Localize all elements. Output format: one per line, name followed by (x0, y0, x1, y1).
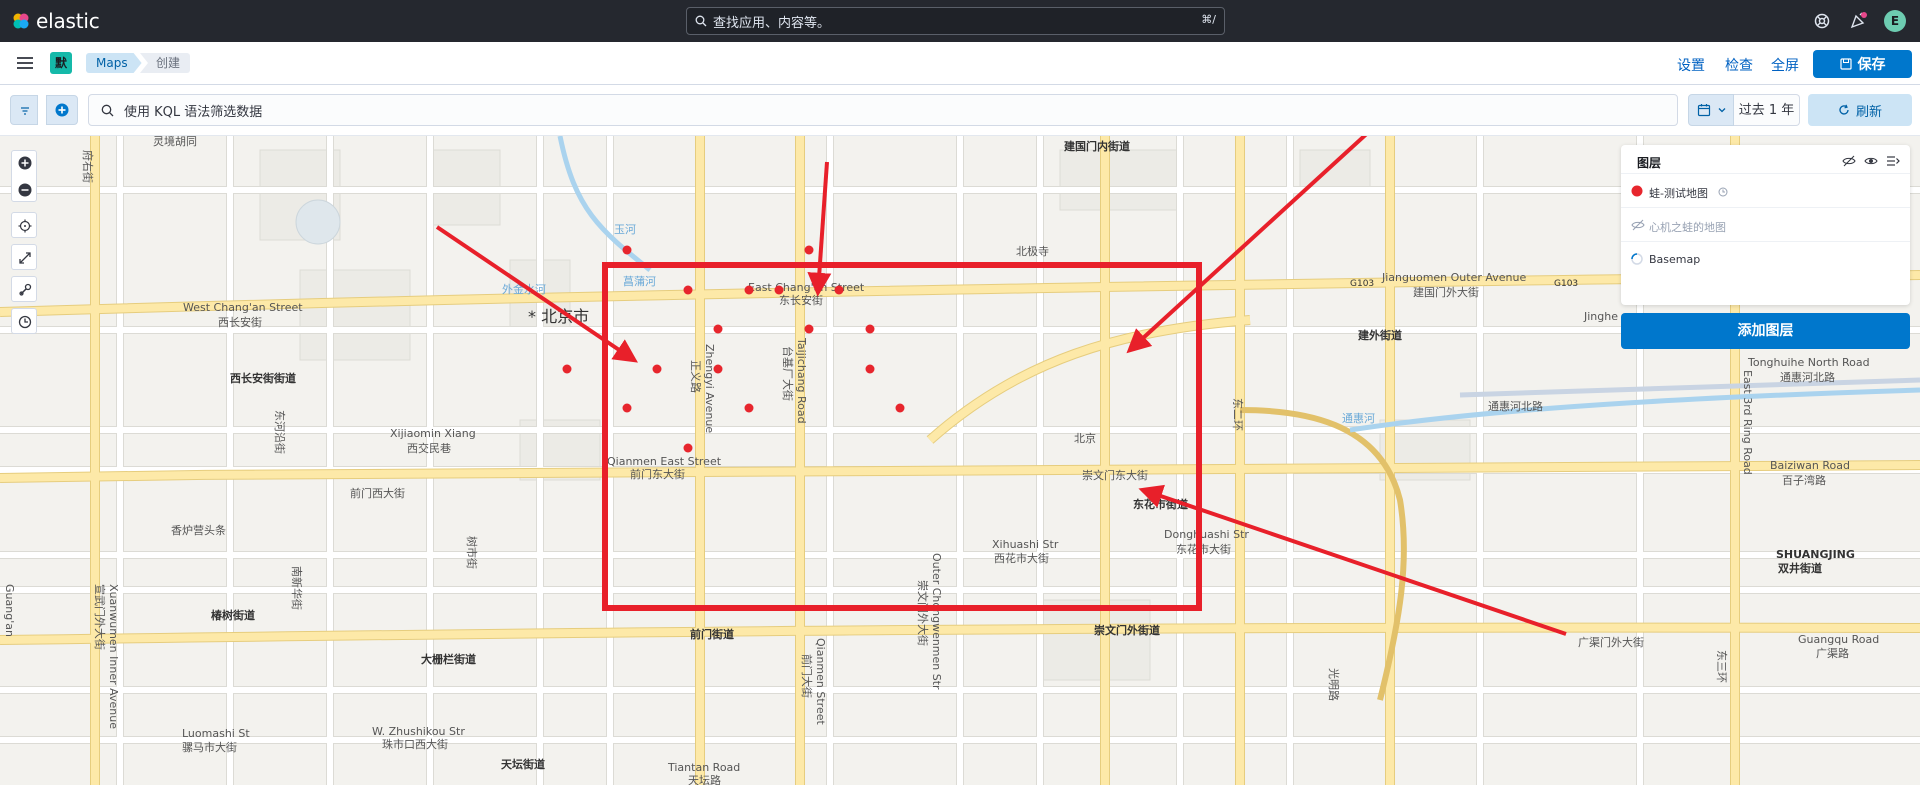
plus-circle-icon (55, 103, 69, 117)
breadcrumb-maps[interactable]: Maps (86, 53, 142, 73)
zoom-out-icon[interactable] (18, 183, 32, 197)
eye-icon[interactable] (1864, 154, 1878, 168)
map-data-point[interactable] (622, 403, 632, 413)
add-layer-button[interactable]: 添加图层 (1621, 313, 1910, 349)
map-data-point[interactable] (865, 364, 875, 374)
map-data-point[interactable] (713, 364, 723, 374)
fit-to-data-button[interactable] (11, 244, 37, 270)
map-data-point[interactable] (804, 324, 814, 334)
expand-icon (19, 252, 31, 264)
global-search-input[interactable]: 查找应用、内容等。 ⌘/ (686, 7, 1225, 35)
map-data-point[interactable] (562, 364, 572, 374)
filter-icon (21, 107, 29, 115)
clock-icon (1718, 187, 1728, 197)
map-data-point[interactable] (622, 245, 632, 255)
app-navbar: 默 Maps 创建 设置 检查 全屏 保存 (0, 42, 1920, 85)
eye-closed-icon[interactable] (1842, 154, 1856, 168)
calendar-icon (1697, 104, 1711, 117)
layer-item-label: 心机之蛙的地图 (1649, 221, 1726, 234)
refresh-label: 刷新 (1855, 104, 1882, 120)
layer-panel-title: 图层 (1637, 156, 1662, 170)
global-header: elastic 查找应用、内容等。 ⌘/ E (0, 0, 1920, 42)
map-data-point[interactable] (895, 403, 905, 413)
add-filter-button[interactable] (46, 95, 78, 125)
search-shortcut: ⌘/ (1201, 13, 1216, 26)
collapse-panel-icon[interactable] (1886, 154, 1900, 168)
clock-icon (18, 315, 32, 329)
fullscreen-link[interactable]: 全屏 (1771, 55, 1799, 75)
refresh-icon (1839, 104, 1849, 115)
save-button[interactable]: 保存 (1813, 50, 1912, 78)
search-placeholder: 查找应用、内容等。 (713, 15, 831, 31)
crosshair-icon (18, 219, 32, 233)
map-data-point[interactable] (834, 285, 844, 295)
save-icon (1839, 58, 1852, 70)
layer-item[interactable]: 蛙-测试地图 (1621, 173, 1910, 207)
date-range-display[interactable]: 过去 1 年 (1734, 94, 1800, 126)
space-avatar[interactable]: 默 (50, 52, 72, 74)
layer-item[interactable]: Basemap (1621, 241, 1910, 275)
map-data-point[interactable] (744, 285, 754, 295)
chevron-down-icon (1718, 108, 1726, 113)
layer-panel-tools (1842, 154, 1900, 168)
map-data-point[interactable] (774, 285, 784, 295)
elastic-logo-icon (13, 13, 29, 29)
settings-link[interactable]: 设置 (1677, 55, 1705, 75)
wrench-icon (19, 283, 32, 296)
map-data-point[interactable] (865, 324, 875, 334)
layer-item-label: 蛙-测试地图 (1649, 187, 1708, 200)
map-data-point[interactable] (744, 403, 754, 413)
map-data-point[interactable] (683, 443, 693, 453)
zoom-controls (11, 150, 37, 202)
map-data-point[interactable] (804, 245, 814, 255)
kql-placeholder: 使用 KQL 语法筛选数据 (124, 104, 263, 120)
user-avatar[interactable]: E (1884, 10, 1906, 32)
brand-name: elastic (36, 9, 100, 33)
red-dot-icon (1631, 185, 1643, 197)
layer-item[interactable]: 心机之蛙的地图 (1621, 207, 1910, 241)
tools-button[interactable] (11, 276, 37, 302)
timeslider-button[interactable] (11, 308, 37, 334)
layer-item-label: Basemap (1649, 253, 1701, 266)
query-bar: 使用 KQL 语法筛选数据 过去 1 年 刷新 (0, 85, 1920, 136)
map-data-point[interactable] (683, 285, 693, 295)
eye-closed-icon (1631, 219, 1645, 231)
inspect-link[interactable]: 检查 (1725, 55, 1753, 75)
search-icon (101, 104, 114, 116)
save-label: 保存 (1857, 57, 1886, 73)
loading-spinner-icon (1631, 253, 1643, 265)
map-data-point[interactable] (713, 324, 723, 334)
hamburger-menu-icon[interactable] (16, 55, 34, 71)
zoom-in-icon[interactable] (18, 156, 32, 170)
map-data-point[interactable] (652, 364, 662, 374)
kql-search-input[interactable]: 使用 KQL 语法筛选数据 (88, 94, 1678, 126)
help-icon[interactable] (1812, 11, 1832, 31)
elastic-logo[interactable]: elastic (12, 9, 100, 33)
date-quick-select-button[interactable] (1688, 94, 1734, 126)
filter-options-button[interactable] (10, 95, 38, 125)
news-feed-icon[interactable] (1848, 11, 1868, 31)
breadcrumb-create: 创建 (140, 53, 191, 73)
search-icon (695, 15, 707, 27)
layer-control-panel: 图层 蛙-测试地图 心机之蛙的地图 Basemap (1621, 145, 1910, 305)
refresh-button[interactable]: 刷新 (1808, 94, 1912, 126)
set-view-button[interactable] (11, 212, 37, 238)
